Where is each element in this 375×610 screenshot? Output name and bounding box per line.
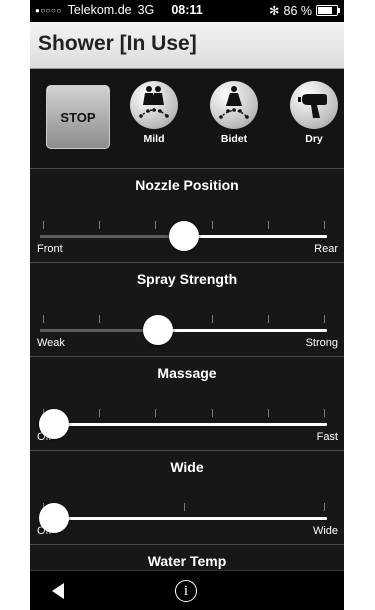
bidet-label: Bidet [220,133,248,145]
slider-tick [211,315,213,323]
mild-button[interactable]: Mild [125,81,183,145]
slider-tick [99,221,101,229]
action-bar: STOP Mild Bidet Dry [30,69,344,168]
info-icon[interactable]: i [175,580,197,602]
slider-thumb[interactable] [39,409,69,439]
header-bar: Shower [In Use] [30,22,344,69]
dry-button[interactable]: Dry [285,81,343,145]
slider-tick [324,315,325,323]
slider-tick [267,315,269,323]
slider-min-label: Weak [37,337,65,349]
bluetooth-icon: ✻ [269,4,280,18]
slider-max-label: Fast [316,431,338,443]
page-title: Shower [In Use] [38,32,197,55]
mild-mode-icon [130,81,178,129]
slider-track[interactable] [40,329,327,332]
mild-label: Mild [143,133,165,145]
slider-tick [155,409,157,417]
slider-tick [155,221,157,229]
slider-tick [324,409,325,417]
slider-tick [324,221,325,229]
dry-label: Dry [305,133,323,145]
bidet-button[interactable]: Bidet [205,81,263,145]
status-bar: ●○○○○ Telekom.de 3G 08:11 ✻ 86 % [30,0,344,22]
section-title: Spray Strength [136,271,238,287]
bidet-mode-icon [210,81,258,129]
section-title: Nozzle Position [135,177,239,193]
slider-tick [324,503,325,511]
slider-track[interactable] [40,423,327,426]
slider-tick [43,315,44,323]
back-arrow-icon[interactable] [52,583,64,599]
slider-tick [43,221,44,229]
app-screen: ●○○○○ Telekom.de 3G 08:11 ✻ 86 % Shower … [30,0,344,610]
massage-section: Massage Off Fast [30,356,344,451]
slider-max-label: Wide [312,525,338,537]
section-title: Massage [157,365,217,381]
slider-tick [211,221,213,229]
section-title: Wide [170,459,204,475]
hair-dryer-icon [290,81,338,129]
slider-min-label: Front [37,243,63,255]
wide-section: Wide Off Wide [30,450,344,545]
slider-tick [211,409,213,417]
slider-thumb[interactable] [39,503,69,533]
battery-percent: 86 % [283,3,313,18]
slider-thumb[interactable] [168,221,199,251]
slider-max-label: Strong [305,337,338,349]
bottom-toolbar: i [30,570,344,610]
slider-track[interactable] [40,517,327,520]
spray-strength-section: Spray Strength Weak Strong [30,262,344,357]
slider-filled-track [40,235,184,238]
battery-fill [318,7,332,14]
battery-icon [316,5,340,16]
slider-filled-track [40,329,155,332]
slider-tick [267,409,269,417]
nozzle-position-section: Nozzle Position Front Rear [30,168,344,263]
slider-tick [267,221,269,229]
slider-tick [99,409,101,417]
slider-max-label: Rear [314,243,338,255]
stop-button[interactable]: STOP [46,85,110,149]
section-title: Water Temp [147,553,227,569]
slider-thumb[interactable] [142,315,173,345]
slider-tick [183,503,185,511]
slider-tick [99,315,101,323]
